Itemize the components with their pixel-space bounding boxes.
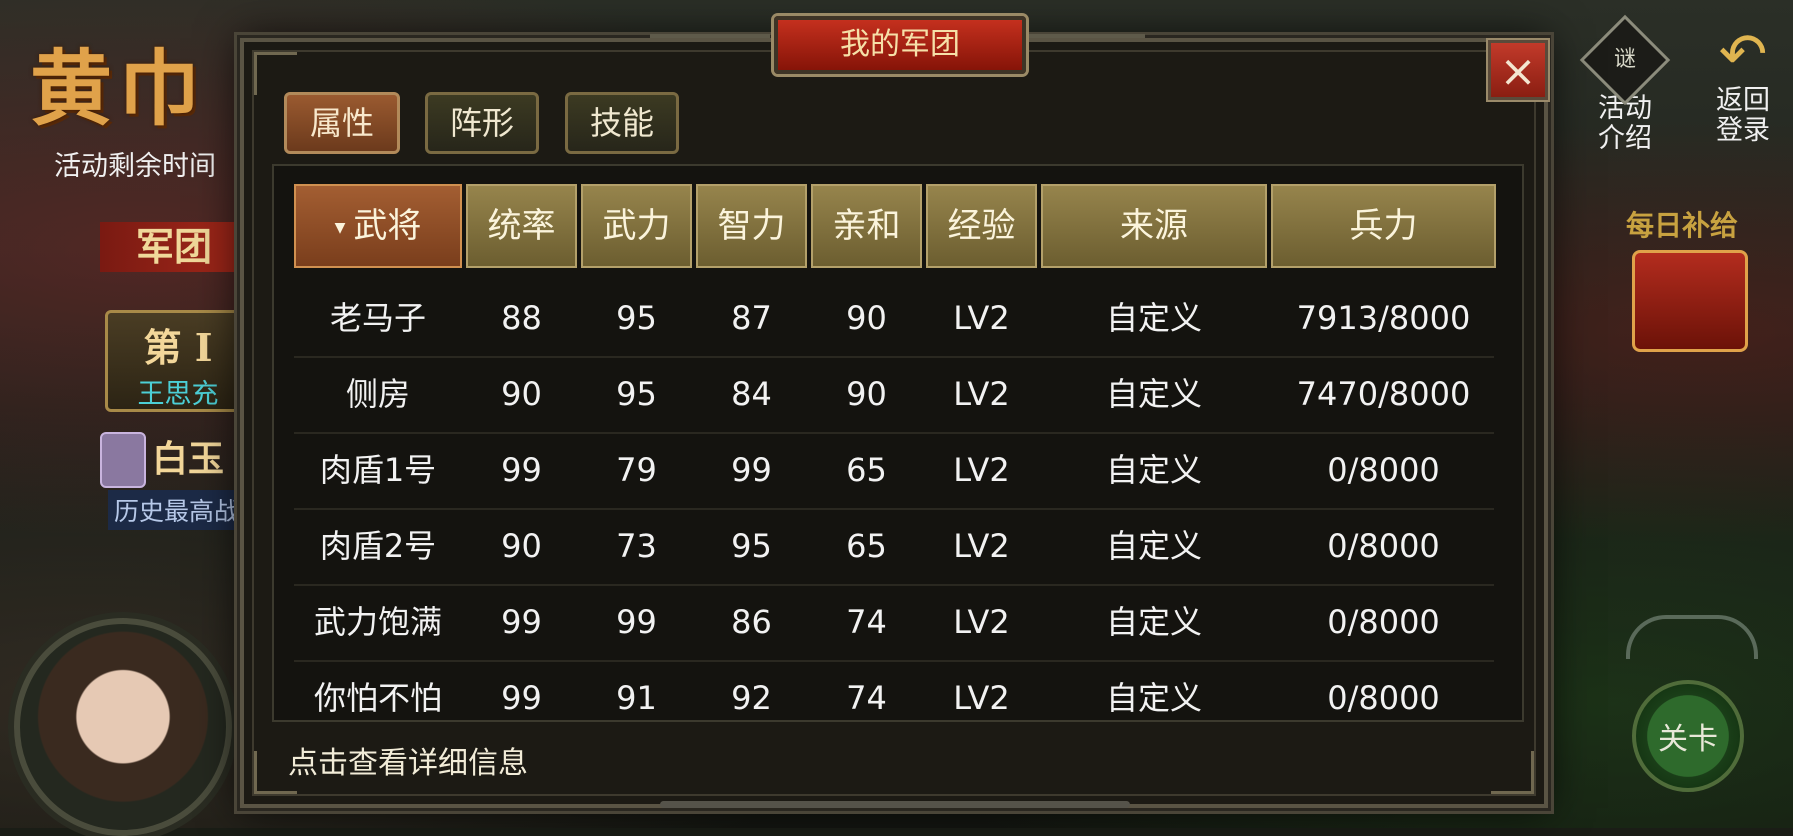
cell-general: 武力饱满: [313, 603, 442, 641]
cell-force: 95: [616, 299, 657, 337]
column-header-command[interactable]: 统率: [466, 184, 577, 268]
cell-force: 91: [616, 679, 657, 717]
cell-command: 90: [501, 375, 542, 413]
horizontal-scrollbar[interactable]: [240, 800, 1548, 810]
cell-command: 99: [501, 451, 542, 489]
cell-affinity: 90: [846, 299, 887, 337]
jade-seal-icon: [100, 432, 146, 488]
frame-corner-ornament: [254, 52, 297, 95]
cell-intellect: 99: [731, 451, 772, 489]
daily-supply-label: 每日补给: [1626, 209, 1739, 242]
cell-intellect: 87: [731, 299, 772, 337]
cell-experience: LV2: [953, 451, 1010, 489]
cell-force: 99: [616, 603, 657, 641]
event-title: 黄巾: [30, 41, 207, 137]
table-row[interactable]: 老马子 88 95 87 90 LV2 自定义 7913/8000: [294, 280, 1494, 358]
cell-affinity: 65: [846, 527, 887, 565]
cell-experience: LV2: [953, 299, 1010, 337]
title-wing-ornament: [650, 34, 770, 56]
treasure-chest-icon[interactable]: [1632, 250, 1748, 352]
jade-card-title: 白玉: [152, 438, 225, 480]
dialog-title: 我的军团: [774, 16, 1026, 74]
pavilion-roof-icon: [1626, 615, 1758, 659]
cell-experience: LV2: [953, 375, 1010, 413]
cell-command: 99: [501, 679, 542, 717]
cell-force: 73: [616, 527, 657, 565]
table-row[interactable]: 你怕不怕 99 91 92 74 LV2 自定义 0/8000: [294, 660, 1494, 720]
cell-source: 自定义: [1105, 451, 1202, 489]
cell-general: 肉盾1号: [319, 451, 437, 489]
cell-command: 90: [501, 527, 542, 565]
tab-formation[interactable]: 阵形: [425, 92, 539, 154]
table-row[interactable]: 侧房 90 95 84 90 LV2 自定义 7470/8000: [294, 356, 1494, 434]
cell-command: 88: [501, 299, 542, 337]
tab-skills[interactable]: 技能: [565, 92, 679, 154]
cell-source: 自定义: [1105, 299, 1202, 337]
frame-corner-ornament: [1491, 751, 1534, 794]
cell-troops: 0/8000: [1327, 451, 1440, 489]
cell-general: 老马子: [329, 299, 426, 337]
footer-hint: 点击查看详细信息: [288, 746, 528, 781]
cell-affinity: 90: [846, 375, 887, 413]
cell-troops: 7470/8000: [1296, 375, 1471, 413]
close-button[interactable]: ×: [1488, 40, 1548, 100]
cell-general: 侧房: [345, 375, 410, 413]
table-row[interactable]: 武力饱满 99 99 86 74 LV2 自定义 0/8000: [294, 584, 1494, 662]
table-row[interactable]: 肉盾2号 90 73 95 65 LV2 自定义 0/8000: [294, 508, 1494, 586]
cell-source: 自定义: [1105, 679, 1202, 717]
title-wing-ornament: [1025, 34, 1145, 56]
cell-troops: 0/8000: [1327, 527, 1440, 565]
return-login-button[interactable]: ↶ 返回 登录: [1706, 22, 1780, 146]
stage-button-label: 关卡: [1658, 722, 1718, 757]
activity-intro-button[interactable]: 谜 活动 介绍: [1579, 14, 1671, 154]
tab-attributes[interactable]: 属性: [284, 92, 400, 154]
stage-card[interactable]: 第 I 王思充: [105, 310, 251, 412]
legion-table: ▼ 武将 统率 武力 智力 亲和 经验 来源 兵力 老马子 88 95 87 90 LV2 自…: [272, 164, 1524, 722]
column-header-source[interactable]: 来源: [1041, 184, 1267, 268]
cell-force: 95: [616, 375, 657, 413]
remaining-time-label: 活动剩余时间: [54, 151, 216, 182]
cell-affinity: 74: [846, 603, 887, 641]
cell-command: 99: [501, 603, 542, 641]
cell-experience: LV2: [953, 527, 1010, 565]
cell-experience: LV2: [953, 603, 1010, 641]
cell-troops: 0/8000: [1327, 603, 1440, 641]
cell-source: 自定义: [1105, 603, 1202, 641]
stage-card-name: 王思充: [137, 379, 219, 410]
stage-card-title: 第 I: [143, 325, 213, 370]
jade-card-subtitle: 历史最高战: [108, 490, 246, 530]
return-login-label: 返回 登录: [1716, 85, 1770, 146]
cell-intellect: 86: [731, 603, 772, 641]
column-header-troops[interactable]: 兵力: [1271, 184, 1496, 268]
scrollbar-thumb[interactable]: [660, 801, 1130, 808]
table-row[interactable]: 肉盾1号 99 79 99 65 LV2 自定义 0/8000: [294, 432, 1494, 510]
cell-intellect: 84: [731, 375, 772, 413]
cell-intellect: 95: [731, 527, 772, 565]
jade-card[interactable]: 白玉 历史最高战: [92, 430, 246, 530]
column-header-affinity[interactable]: 亲和: [811, 184, 922, 268]
cell-general: 肉盾2号: [319, 527, 437, 565]
cell-troops: 0/8000: [1327, 679, 1440, 717]
column-header-general[interactable]: ▼ 武将: [294, 184, 462, 268]
sort-caret-icon: ▼: [334, 219, 346, 236]
cell-general: 你怕不怕: [313, 679, 442, 717]
cell-source: 自定义: [1105, 527, 1202, 565]
column-header-intellect[interactable]: 智力: [696, 184, 807, 268]
stage-button[interactable]: 关卡: [1632, 680, 1744, 792]
column-header-experience[interactable]: 经验: [926, 184, 1037, 268]
cell-intellect: 92: [731, 679, 772, 717]
cell-experience: LV2: [953, 679, 1010, 717]
player-avatar[interactable]: [14, 618, 232, 836]
cell-force: 79: [616, 451, 657, 489]
cell-affinity: 65: [846, 451, 887, 489]
cell-troops: 7913/8000: [1296, 299, 1471, 337]
cell-affinity: 74: [846, 679, 887, 717]
activity-badge-icon: 谜: [1579, 14, 1671, 106]
column-header-force[interactable]: 武力: [581, 184, 692, 268]
close-icon: ×: [1499, 46, 1537, 97]
cell-source: 自定义: [1105, 375, 1202, 413]
back-arrow-icon: ↶: [1718, 20, 1768, 88]
